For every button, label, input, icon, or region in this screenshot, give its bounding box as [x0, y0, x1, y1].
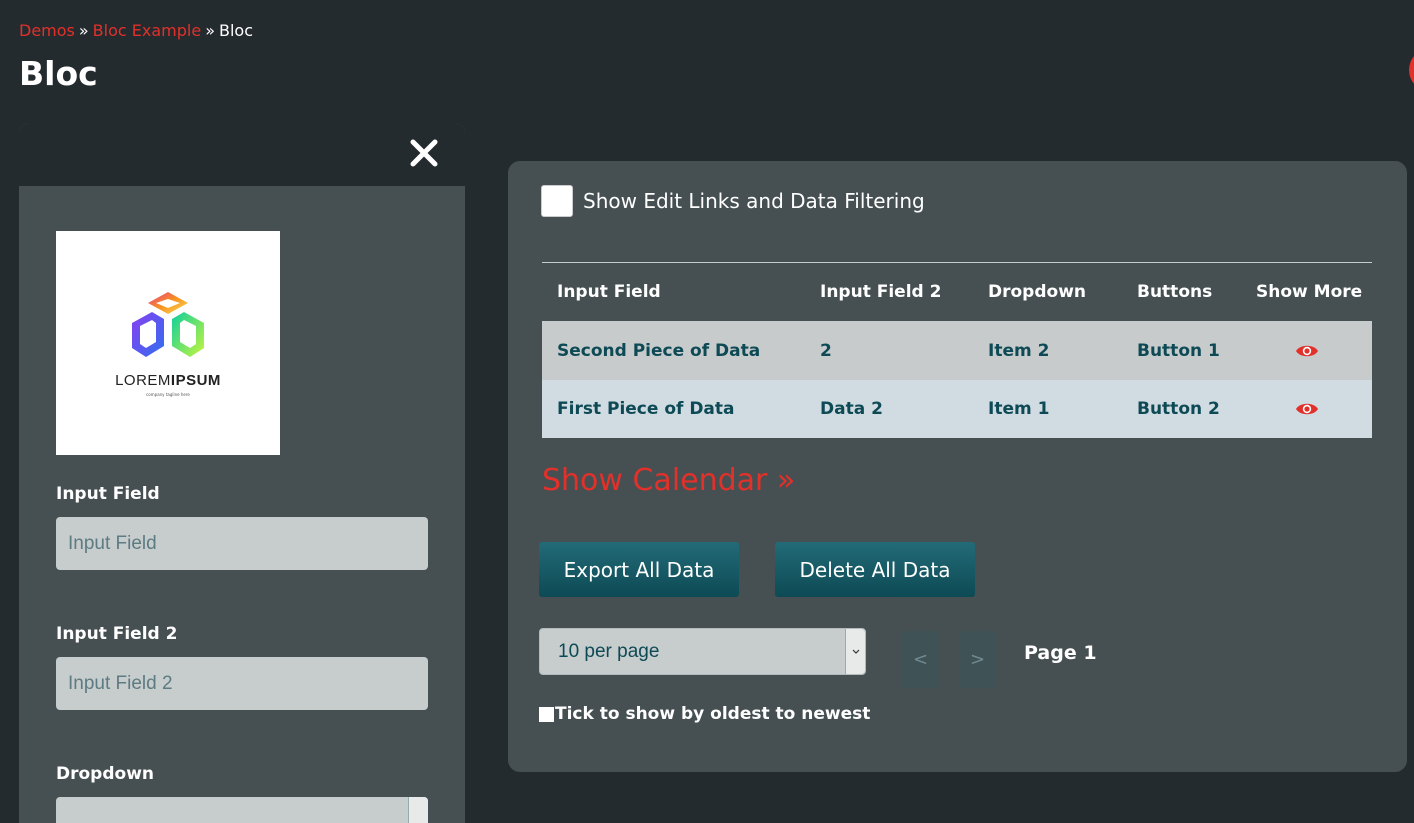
table-cell: Button 2 [1122, 379, 1241, 438]
edit-links-checkbox[interactable] [541, 185, 573, 217]
logo-image: LOREMIPSUM company tagline here [56, 231, 280, 455]
page-indicator: Page 1 [1024, 642, 1097, 664]
table-cell: Item 2 [973, 321, 1122, 380]
logo-tagline: company tagline here [146, 391, 190, 397]
data-panel: Show Edit Links and Data Filtering Input… [508, 161, 1407, 772]
column-header-show-more: Show More [1241, 262, 1372, 323]
eye-icon[interactable] [1295, 401, 1319, 417]
input-field-label: Input Field [56, 484, 160, 504]
order-toggle[interactable]: Tick to show by oldest to newest [539, 704, 870, 724]
breadcrumb-separator: » [205, 21, 215, 40]
edit-links-toggle[interactable]: Show Edit Links and Data Filtering [541, 185, 925, 217]
table-row: Second Piece of Data 2 Item 2 Button 1 [542, 321, 1372, 380]
column-header-input-field[interactable]: Input Field [542, 262, 805, 323]
eye-icon[interactable] [1295, 343, 1319, 359]
table-header-row: Input Field Input Field 2 Dropdown Butto… [542, 262, 1372, 323]
page-title: Bloc [19, 54, 98, 93]
order-toggle-label: Tick to show by oldest to newest [555, 704, 871, 724]
input-field-2-label: Input Field 2 [56, 624, 178, 644]
data-table: Input Field Input Field 2 Dropdown Butto… [542, 262, 1372, 438]
breadcrumb: Demos» Bloc Example» Bloc [19, 21, 253, 40]
column-header-buttons[interactable]: Buttons [1122, 262, 1241, 323]
table-cell: Second Piece of Data [542, 321, 805, 380]
close-icon[interactable] [407, 136, 441, 170]
table-cell: First Piece of Data [542, 379, 805, 438]
column-header-dropdown[interactable]: Dropdown [973, 262, 1122, 323]
breadcrumb-link-bloc-example[interactable]: Bloc Example [93, 21, 202, 40]
breadcrumb-link-demos[interactable]: Demos [19, 21, 75, 40]
breadcrumb-current: Bloc [218, 21, 253, 40]
input-field-2[interactable] [56, 657, 428, 710]
logo-text: LOREMIPSUM [115, 371, 221, 389]
show-more-cell [1241, 321, 1372, 380]
delete-all-data-button[interactable]: Delete All Data [775, 542, 975, 597]
logo-cube-icon [132, 291, 204, 357]
breadcrumb-separator: » [78, 21, 89, 40]
form-panel-header [19, 123, 465, 186]
table-cell: Item 1 [973, 379, 1122, 438]
corner-action-button[interactable] [1409, 48, 1414, 92]
form-panel: LOREMIPSUM company tagline here Input Fi… [19, 123, 465, 823]
per-page-value: 10 per page [558, 641, 660, 662]
table-cell: 2 [805, 321, 973, 380]
table-cell: Data 2 [805, 379, 973, 438]
next-page-button[interactable]: > [959, 631, 996, 688]
order-checkbox[interactable] [539, 706, 554, 722]
export-all-data-button[interactable]: Export All Data [539, 542, 739, 597]
per-page-select[interactable]: 10 per page [539, 628, 866, 675]
previous-page-button[interactable]: < [902, 631, 939, 688]
table-row: First Piece of Data Data 2 Item 1 Button… [542, 379, 1372, 438]
chevron-down-icon [845, 629, 865, 674]
dropdown-select[interactable] [56, 797, 428, 823]
input-field[interactable] [56, 517, 428, 570]
show-calendar-link[interactable]: Show Calendar » [542, 463, 795, 498]
column-header-input-field-2[interactable]: Input Field 2 [805, 262, 973, 323]
edit-links-label: Show Edit Links and Data Filtering [583, 189, 925, 213]
dropdown-label: Dropdown [56, 764, 154, 784]
table-cell: Button 1 [1122, 321, 1241, 380]
show-more-cell [1241, 379, 1372, 438]
chevron-down-icon [408, 797, 428, 823]
